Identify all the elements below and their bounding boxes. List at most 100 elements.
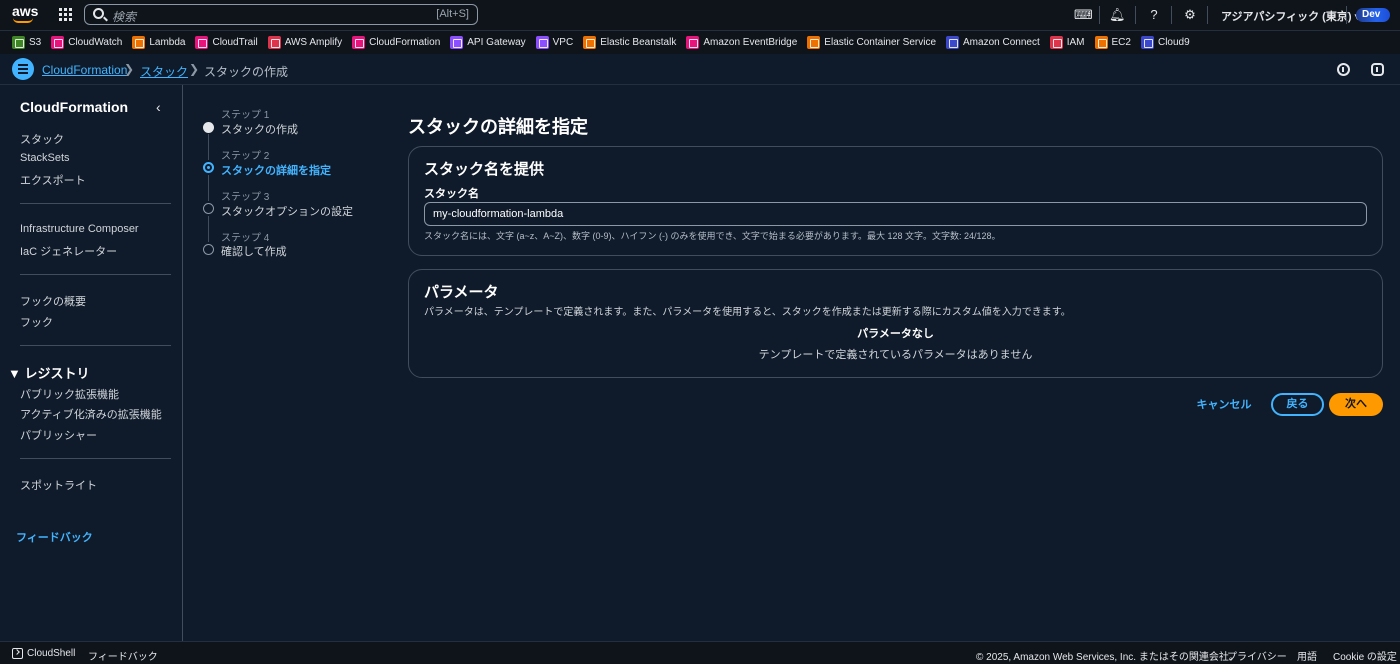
- hamburger-menu-button[interactable]: [12, 58, 34, 80]
- service-icon: [535, 36, 549, 49]
- service-icon: [686, 36, 700, 49]
- service-icon: [583, 36, 597, 49]
- favorite-label: Lambda: [149, 37, 186, 48]
- favorite-amazon-connect[interactable]: Amazon Connect: [946, 36, 1040, 49]
- favorite-cloudtrail[interactable]: CloudTrail: [195, 36, 258, 49]
- favorite-label: API Gateway: [467, 37, 526, 48]
- services-menu-icon[interactable]: [59, 8, 72, 21]
- stack-name-label: スタック名: [424, 188, 479, 200]
- step-1-link[interactable]: スタックの作成: [221, 121, 298, 137]
- favorite-label: CloudWatch: [68, 37, 123, 48]
- sidebar-item-iac-generator[interactable]: IaC ジェネレーター: [20, 243, 117, 259]
- next-button[interactable]: 次へ: [1329, 393, 1383, 416]
- favorite-iam[interactable]: IAM: [1049, 36, 1085, 49]
- sidebar-feedback-link[interactable]: フィードバック: [16, 529, 93, 545]
- sidebar-item-exports[interactable]: エクスポート: [20, 172, 86, 188]
- sidebar-item-infrastructure-composer[interactable]: Infrastructure Composer: [20, 223, 139, 235]
- favorite-elastic-beanstalk[interactable]: Elastic Beanstalk: [583, 36, 676, 49]
- step-3-label: ステップ 3: [221, 192, 270, 203]
- page-title: スタックの詳細を指定: [408, 117, 588, 137]
- sidebar-item-spotlight[interactable]: スポットライト: [20, 477, 97, 493]
- sidebar-item-hooks-overview[interactable]: フックの概要: [20, 293, 86, 309]
- step-pending-icon: [203, 244, 214, 255]
- service-icon: [1140, 36, 1154, 49]
- favorite-vpc[interactable]: VPC: [535, 36, 574, 49]
- service-icon: [352, 36, 366, 49]
- settings-icon[interactable]: ⚙: [1182, 7, 1198, 23]
- favorite-label: VPC: [552, 37, 574, 48]
- favorite-aws-amplify[interactable]: AWS Amplify: [267, 36, 343, 49]
- sidebar-registry-toggle[interactable]: ▼ レジストリ: [8, 363, 89, 382]
- step-2-current: スタックの詳細を指定: [221, 165, 331, 177]
- bell-icon[interactable]: 🔔︎: [1109, 7, 1126, 23]
- sidebar-title: CloudFormation: [20, 99, 129, 115]
- footer-cookie[interactable]: Cookie の設定: [1333, 648, 1397, 663]
- favorite-label: CloudFormation: [369, 37, 441, 48]
- search-icon: [93, 8, 104, 19]
- panel-title: スタック名を提供: [424, 161, 545, 178]
- settings-panel-icon[interactable]: [1371, 63, 1384, 76]
- step-complete-icon: [203, 122, 214, 133]
- service-icon: [12, 36, 25, 49]
- favorite-label: Amazon EventBridge: [703, 37, 798, 48]
- info-icon[interactable]: [1337, 63, 1350, 76]
- footer-cloudshell[interactable]: CloudShell: [27, 648, 75, 659]
- service-icon: [450, 36, 464, 49]
- breadcrumb-stacks[interactable]: スタック: [140, 63, 188, 80]
- cloudshell-icon: [12, 648, 23, 659]
- service-icon: [51, 36, 65, 49]
- no-parameters-title: パラメータなし: [857, 328, 934, 340]
- account-badge[interactable]: Dev: [1356, 8, 1390, 22]
- sidebar: CloudFormation ‹ スタック StackSets エクスポート I…: [0, 85, 183, 641]
- service-icon: [807, 36, 821, 49]
- sidebar-item-public-extensions[interactable]: パブリック拡張機能: [20, 386, 119, 402]
- back-button[interactable]: 戻る: [1271, 393, 1324, 416]
- close-sidebar-icon[interactable]: ‹: [156, 99, 161, 115]
- breadcrumb-cloudformation[interactable]: CloudFormation: [42, 63, 127, 77]
- search-placeholder: 検索: [112, 10, 137, 24]
- search-input[interactable]: 検索 [Alt+S]: [84, 4, 478, 25]
- aws-logo-text: aws: [12, 3, 39, 19]
- favorite-label: IAM: [1066, 37, 1085, 48]
- favorite-ec2[interactable]: EC2: [1094, 36, 1131, 49]
- footer-terms[interactable]: 用語: [1297, 648, 1317, 663]
- sidebar-item-stacksets[interactable]: StackSets: [20, 152, 70, 164]
- favorite-cloudwatch[interactable]: CloudWatch: [51, 36, 122, 49]
- favorite-cloud9[interactable]: Cloud9: [1140, 36, 1190, 49]
- step-3-name: スタックオプションの設定: [221, 206, 353, 218]
- favorite-label: Amazon Connect: [963, 37, 1040, 48]
- favorite-api-gateway[interactable]: API Gateway: [450, 36, 526, 49]
- footer-privacy[interactable]: プライバシー: [1227, 648, 1287, 663]
- step-4-label: ステップ 4: [221, 233, 270, 244]
- help-icon[interactable]: ?: [1146, 7, 1162, 23]
- sidebar-item-publishers[interactable]: パブリッシャー: [20, 427, 97, 443]
- sidebar-item-activated-extensions[interactable]: アクティブ化済みの拡張機能: [20, 406, 162, 422]
- cancel-button[interactable]: キャンセル: [1188, 396, 1260, 414]
- favorite-label: AWS Amplify: [284, 37, 343, 48]
- breadcrumb-create-stack: スタックの作成: [204, 65, 289, 79]
- step-current-icon: [203, 162, 214, 173]
- parameters-panel: パラメータ パラメータは、テンプレートで定義されます。また、パラメータを使用する…: [408, 269, 1383, 378]
- stack-name-panel: スタック名を提供 スタック名 my-cloudformation-lambda …: [408, 146, 1383, 256]
- favorites-bar: S3 CloudWatch Lambda CloudTrail AWS Amplify C…: [0, 30, 1400, 54]
- service-icon: [946, 36, 960, 49]
- cloudshell-icon[interactable]: ⌨: [1074, 7, 1093, 23]
- stack-name-input[interactable]: my-cloudformation-lambda: [424, 202, 1367, 226]
- favorite-lambda[interactable]: Lambda: [132, 36, 185, 49]
- region-selector[interactable]: アジアパシフィック (東京) ▾: [1221, 8, 1360, 24]
- favorite-amazon-eventbridge[interactable]: Amazon EventBridge: [686, 36, 797, 49]
- step-4-name: 確認して作成: [221, 246, 287, 258]
- footer-feedback[interactable]: フィードバック: [88, 648, 158, 663]
- service-icon: [267, 36, 281, 49]
- aws-logo[interactable]: aws: [12, 3, 39, 23]
- favorite-s3[interactable]: S3: [12, 36, 41, 49]
- sidebar-item-hooks[interactable]: フック: [20, 314, 53, 330]
- favorite-label: S3: [29, 37, 42, 48]
- favorite-label: Elastic Beanstalk: [600, 37, 677, 48]
- sidebar-item-stacks[interactable]: スタック: [20, 131, 64, 147]
- favorite-cloudformation[interactable]: CloudFormation: [352, 36, 440, 49]
- service-icon: [195, 36, 209, 49]
- favorite-elastic-container-service[interactable]: Elastic Container Service: [807, 36, 936, 49]
- favorite-label: Cloud9: [1157, 37, 1190, 48]
- footer-copyright: © 2025, Amazon Web Services, Inc. またはその関…: [976, 652, 1239, 663]
